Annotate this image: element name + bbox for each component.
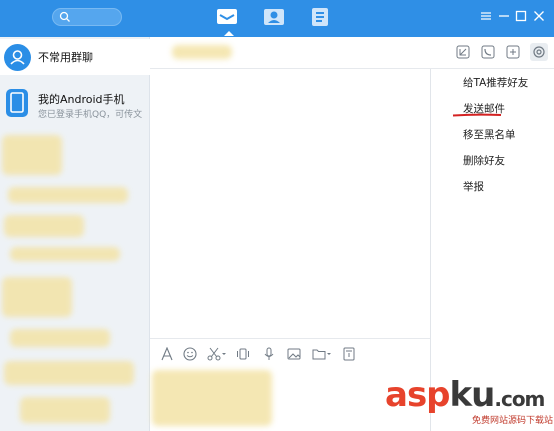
- history-icon[interactable]: [342, 347, 356, 361]
- input-toolbar: [150, 338, 430, 368]
- watermark-logo: aspku.com: [385, 375, 545, 415]
- menu-icon[interactable]: [480, 10, 492, 22]
- tab-contacts[interactable]: [262, 6, 288, 30]
- image-icon[interactable]: [287, 347, 301, 361]
- emoji-icon[interactable]: [183, 347, 197, 361]
- maximize-icon[interactable]: [515, 10, 527, 22]
- chat-header: [150, 37, 554, 69]
- close-icon[interactable]: [533, 10, 545, 22]
- share-screen-icon[interactable]: [456, 45, 470, 59]
- group-icon: [4, 44, 31, 71]
- menu-item-blacklist[interactable]: 移至黑名单: [463, 127, 516, 142]
- watermark-tagline: 免费网站源码下载站!: [472, 416, 554, 426]
- sidebar-item-subtitle: 您已登录手机QQ，可传文: [38, 110, 143, 120]
- settings-icon[interactable]: [530, 43, 548, 61]
- message-icon: [217, 9, 237, 24]
- add-icon[interactable]: [506, 45, 520, 59]
- folder-icon[interactable]: [312, 347, 332, 361]
- sidebar-item-label: 我的Android手机: [38, 93, 125, 106]
- highlight-underline: [452, 113, 502, 117]
- tab-messages[interactable]: [215, 6, 241, 36]
- sidebar-item-label: 不常用群聊: [38, 51, 93, 64]
- minimize-icon[interactable]: [498, 10, 510, 22]
- screenshot-icon[interactable]: [207, 347, 227, 361]
- chat-message-area[interactable]: [150, 69, 430, 337]
- sidebar-item-group-chats[interactable]: 不常用群聊: [0, 39, 150, 75]
- menu-item-delete-friend[interactable]: 删除好友: [463, 153, 505, 168]
- redacted-contact-name: [172, 45, 232, 59]
- redacted-contact-list: [0, 129, 150, 431]
- top-bar: [0, 0, 554, 37]
- tab-space[interactable]: [308, 6, 334, 30]
- phone-icon: [6, 89, 28, 117]
- search-box[interactable]: [52, 8, 122, 26]
- menu-item-recommend-friend[interactable]: 给TA推荐好友: [463, 75, 528, 90]
- contacts-icon: [264, 9, 284, 25]
- font-icon[interactable]: [160, 346, 174, 361]
- voice-icon[interactable]: [262, 347, 276, 361]
- call-icon[interactable]: [481, 45, 495, 59]
- search-icon: [59, 11, 70, 22]
- sidebar: 不常用群聊 我的Android手机 您已登录手机QQ，可传文: [0, 37, 150, 431]
- shake-icon[interactable]: [236, 347, 250, 361]
- sidebar-item-android-phone[interactable]: 我的Android手机 您已登录手机QQ，可传文: [0, 83, 150, 123]
- space-icon: [312, 8, 328, 26]
- menu-item-report[interactable]: 举报: [463, 179, 484, 194]
